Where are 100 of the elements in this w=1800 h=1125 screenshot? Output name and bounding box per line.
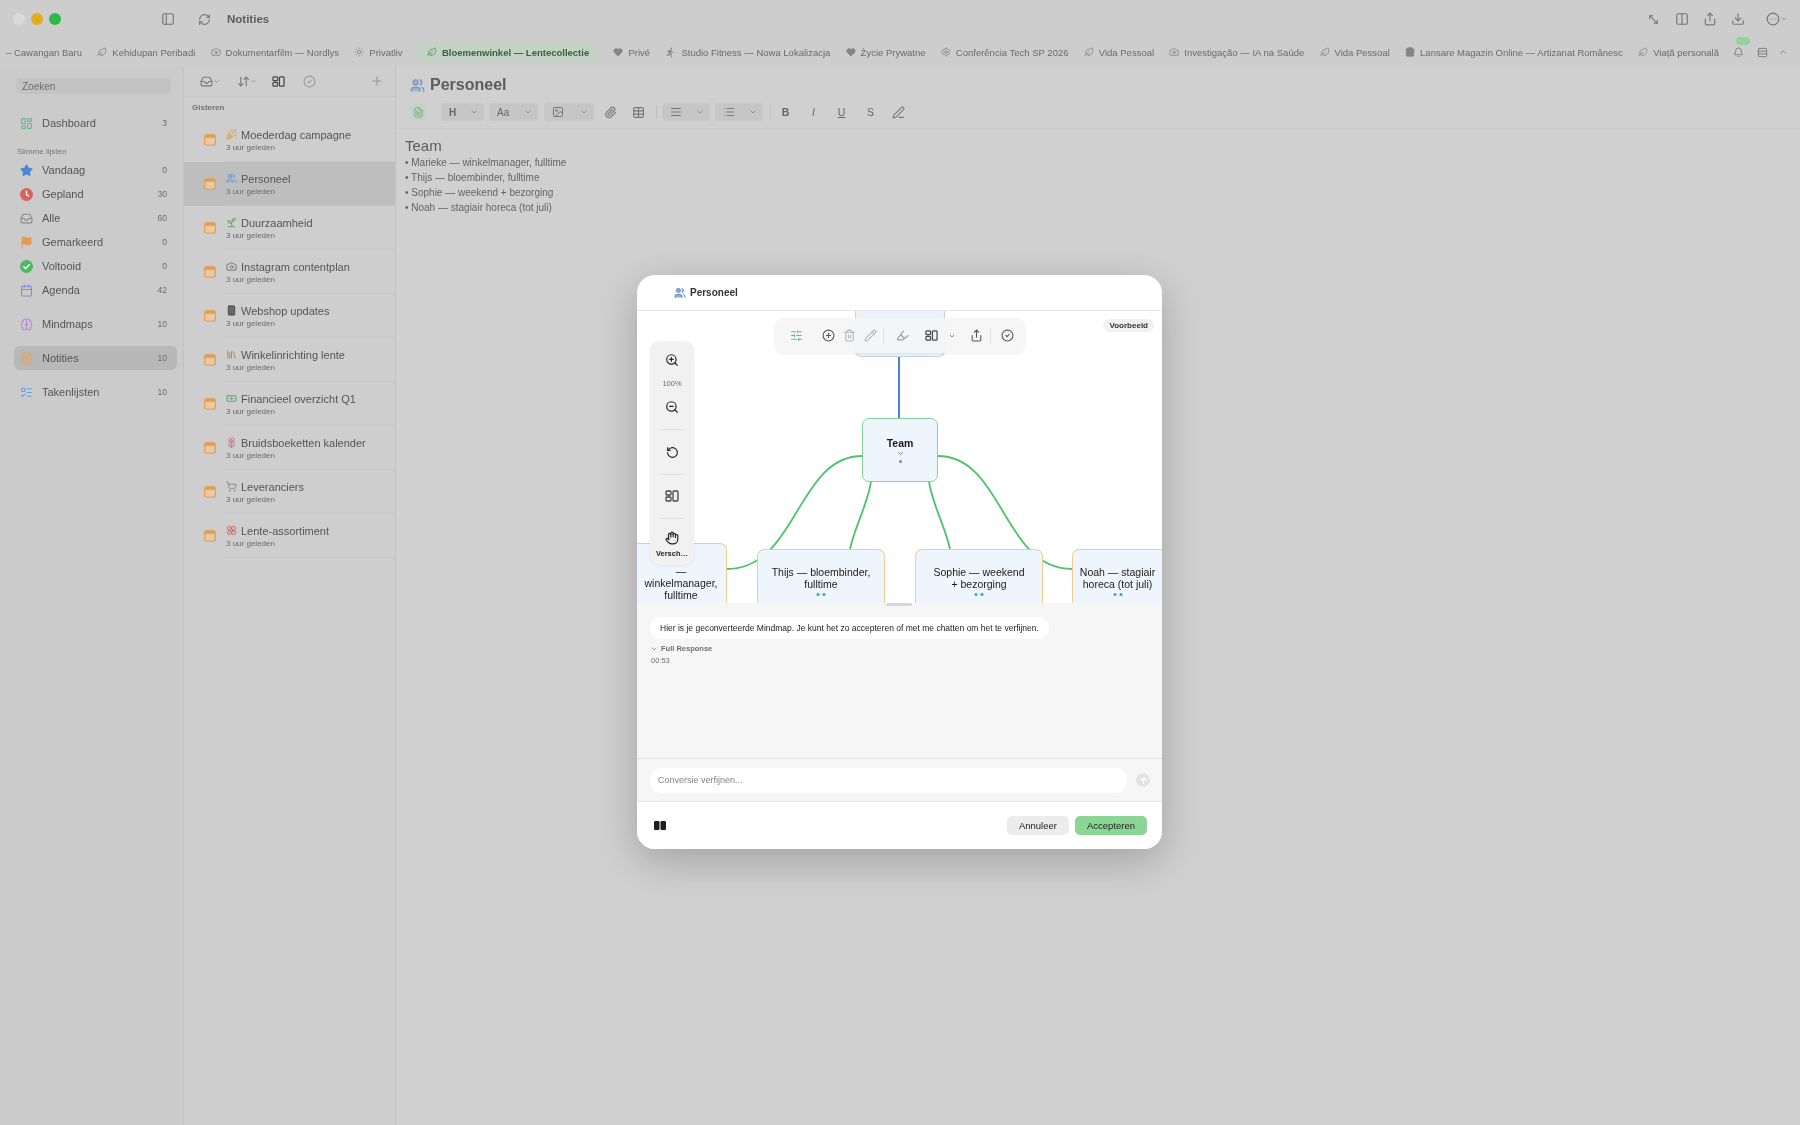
bold-button[interactable]: B xyxy=(780,106,791,118)
chevron-down-icon[interactable] xyxy=(250,77,257,85)
sidebar-item[interactable]: Voltooid 0 xyxy=(14,254,177,278)
check-circle-icon[interactable] xyxy=(1001,329,1014,342)
sidebar-item[interactable]: Notities 10 xyxy=(14,346,177,370)
trash-icon[interactable] xyxy=(843,329,856,342)
note-timestamp: 3 uur geleden xyxy=(226,406,276,416)
sidebar-item[interactable]: Gepland 30 xyxy=(14,182,177,206)
add-icon[interactable] xyxy=(822,329,835,342)
layout-icon[interactable] xyxy=(272,74,285,88)
sidebar-item[interactable]: Dashboard 3 xyxy=(14,111,177,135)
drag-handle[interactable] xyxy=(886,603,912,606)
document-button[interactable] xyxy=(410,104,426,120)
chevron-up-icon[interactable] xyxy=(1778,47,1788,57)
node-label: Noah — stagiair horeca (tot juli) xyxy=(1078,566,1157,590)
minimize-button[interactable] xyxy=(31,13,43,25)
tab[interactable]: Życie Prywatne xyxy=(845,42,926,62)
heading-dropdown[interactable]: H xyxy=(441,103,484,121)
note-icon xyxy=(204,134,216,146)
note-list-item[interactable]: Webshop updates 3 uur geleden xyxy=(184,294,395,338)
sort-icon[interactable] xyxy=(237,74,250,88)
paragraph-dropdown[interactable] xyxy=(662,103,710,121)
refresh-icon[interactable] xyxy=(198,12,211,26)
expand-icon[interactable] xyxy=(1647,12,1660,26)
note-list-item[interactable]: Winkelinrichting lente 3 uur geleden xyxy=(184,338,395,382)
tab[interactable]: Privé xyxy=(613,42,651,62)
checklist-icon xyxy=(20,385,33,399)
note-list-item[interactable]: Bruidsboeketten kalender 3 uur geleden xyxy=(184,426,395,470)
italic-button[interactable]: I xyxy=(808,106,819,118)
sidebar-item[interactable]: Vandaag 0 xyxy=(14,158,177,182)
tab[interactable]: Studio Fitness — Nowa Lokalizacja xyxy=(665,42,831,62)
note-title: Leveranciers xyxy=(241,480,304,493)
search-field[interactable]: Zoeken xyxy=(16,78,171,94)
tab[interactable]: Viață personală xyxy=(1638,42,1719,62)
tab[interactable]: Vida Pessoal xyxy=(1083,42,1155,62)
zoom-out-icon[interactable] xyxy=(665,400,679,414)
leaf-icon xyxy=(1319,47,1330,57)
strikethrough-button[interactable]: S xyxy=(865,106,876,118)
tab[interactable]: Privatliv xyxy=(354,42,403,62)
bell-icon[interactable] xyxy=(1733,46,1744,58)
note-list-item[interactable]: Lente-assortiment 3 uur geleden xyxy=(184,514,395,558)
note-list-item[interactable]: Personeel 3 uur geleden xyxy=(184,162,395,206)
split-view-icon[interactable] xyxy=(1675,12,1689,26)
note-list-item[interactable]: Leveranciers 3 uur geleden xyxy=(184,470,395,514)
tab[interactable]: – Cawangan Baru xyxy=(6,42,83,62)
note-list-item[interactable]: Financieel overzicht Q1 3 uur geleden xyxy=(184,382,395,426)
check-circle-icon[interactable] xyxy=(303,74,316,88)
zoom-in-icon[interactable] xyxy=(665,353,679,367)
font-dropdown[interactable]: Aa xyxy=(489,103,538,121)
underline-button[interactable]: U xyxy=(836,106,847,118)
gear-icon xyxy=(940,47,951,57)
table-icon[interactable] xyxy=(632,105,645,119)
tab[interactable]: Conferência Tech SP 2026 xyxy=(940,42,1069,62)
note-title: Duurzaamheid xyxy=(241,216,313,229)
list-icon[interactable] xyxy=(1757,46,1768,58)
tab[interactable]: Dokumentarfilm — Nordlys xyxy=(210,42,340,62)
sidebar-item[interactable]: Gemarkeerd 0 xyxy=(14,230,177,254)
note-list-item[interactable]: Duurzaamheid 3 uur geleden xyxy=(184,206,395,250)
list-dropdown[interactable] xyxy=(715,103,763,121)
note-title: Personeel xyxy=(241,172,291,185)
highlighter-icon[interactable] xyxy=(896,329,909,342)
image-dropdown[interactable] xyxy=(544,103,594,121)
note-icon xyxy=(204,486,216,498)
tab[interactable]: Lansare Magazin Online — Artizanat Românesc xyxy=(1405,42,1623,62)
tab[interactable]: Vida Pessoal xyxy=(1319,42,1390,62)
inbox-icon[interactable] xyxy=(200,74,213,88)
paperclip-icon[interactable] xyxy=(604,105,617,119)
note-icon xyxy=(204,222,216,234)
chevron-down-icon xyxy=(524,108,532,116)
pen-icon[interactable] xyxy=(892,105,905,119)
zoom-button[interactable] xyxy=(49,13,61,25)
chevron-down-icon[interactable] xyxy=(1780,15,1788,23)
tab[interactable]: Kehidupan Peribadi xyxy=(97,42,196,62)
note-icon xyxy=(204,178,216,190)
chevron-down-icon[interactable] xyxy=(213,77,220,85)
columns-icon[interactable] xyxy=(654,821,666,830)
phone-icon xyxy=(226,305,237,316)
sidebar-item[interactable]: Agenda 42 xyxy=(14,278,177,302)
sliders-icon[interactable] xyxy=(790,329,803,342)
more-icon[interactable] xyxy=(1766,12,1780,26)
accept-button[interactable]: Accepteren xyxy=(1074,816,1147,835)
sidebar-toggle-icon[interactable] xyxy=(161,12,175,26)
cancel-button[interactable]: Annuleer xyxy=(1006,816,1069,835)
download-icon[interactable] xyxy=(1731,12,1745,26)
note-title: Financieel overzicht Q1 xyxy=(241,392,356,405)
share-icon[interactable] xyxy=(970,329,983,342)
sidebar-item[interactable]: Takenlijsten 10 xyxy=(14,380,177,404)
leaf-icon xyxy=(97,47,108,57)
layout-icon[interactable] xyxy=(925,329,938,342)
sidebar-item[interactable]: Mindmaps 10 xyxy=(14,312,177,336)
layout-icon[interactable] xyxy=(665,489,679,503)
reset-icon[interactable] xyxy=(665,446,679,459)
sidebar-item[interactable]: Alle 60 xyxy=(14,206,177,230)
tab[interactable]: Investigação — IA na Saúde xyxy=(1169,42,1305,62)
note-list-item[interactable]: Moederdag campagne 3 uur geleden xyxy=(184,118,395,162)
message-input[interactable]: Conversie verfijnen... xyxy=(650,767,1127,793)
chevron-down-icon[interactable] xyxy=(895,449,905,458)
pencil-icon[interactable] xyxy=(864,329,877,342)
tab[interactable]: Bloemenwinkel — Lentecollectie xyxy=(417,42,599,62)
note-list-item[interactable]: Instagram contentplan 3 uur geleden xyxy=(184,250,395,294)
